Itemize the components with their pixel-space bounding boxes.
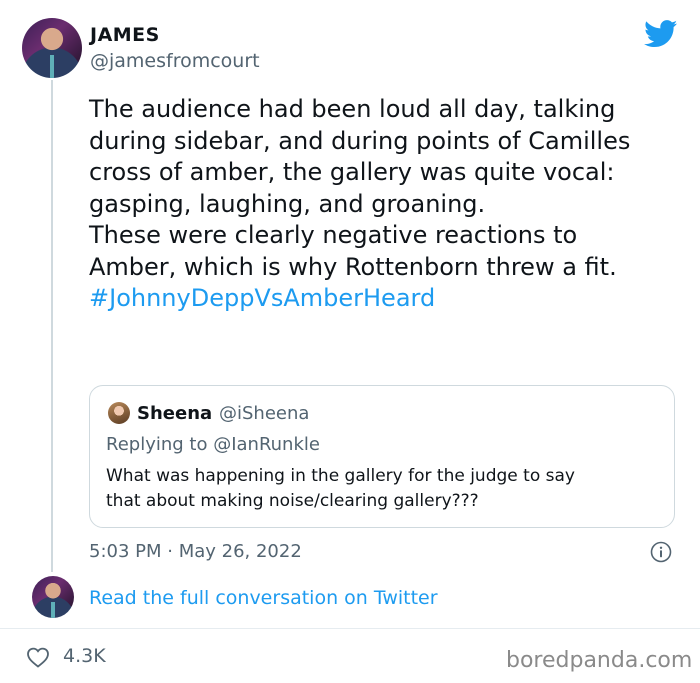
author-handle[interactable]: @jamesfromcourt [90,50,260,72]
quoted-author-name: Sheena [137,403,213,424]
heart-icon[interactable] [26,646,50,668]
quoted-tweet-text: What was happening in the gallery for th… [106,466,575,511]
quoted-author-avatar [108,402,130,424]
tweet-timestamp[interactable]: 5:03 PM · May 26, 2022 [89,541,302,562]
read-conversation-link[interactable]: Read the full conversation on Twitter [89,587,438,609]
twitter-bird-icon[interactable] [644,20,678,48]
tweet-paragraph: The audience had been loud all day, talk… [89,95,631,218]
like-count: 4.3K [63,645,106,667]
author-display-name[interactable]: JAMES [90,24,160,46]
author-avatar[interactable] [22,18,82,78]
tweet-paragraph: These were clearly negative reactions to… [89,221,617,281]
thread-connector-line [51,80,53,572]
info-icon[interactable] [650,541,672,563]
quoted-replying-to: Replying to @IanRunkle [106,434,320,455]
quoted-tweet-card[interactable]: Sheena @iSheena Replying to @IanRunkle W… [89,385,675,528]
hashtag-link[interactable]: #JohnnyDeppVsAmberHeard [89,283,679,315]
watermark: boredpanda.com [506,648,693,673]
quoted-author-handle: @iSheena [219,403,310,424]
tweet-body: The audience had been loud all day, talk… [89,94,679,315]
reply-avatar[interactable] [32,576,74,618]
footer-divider [0,628,700,629]
